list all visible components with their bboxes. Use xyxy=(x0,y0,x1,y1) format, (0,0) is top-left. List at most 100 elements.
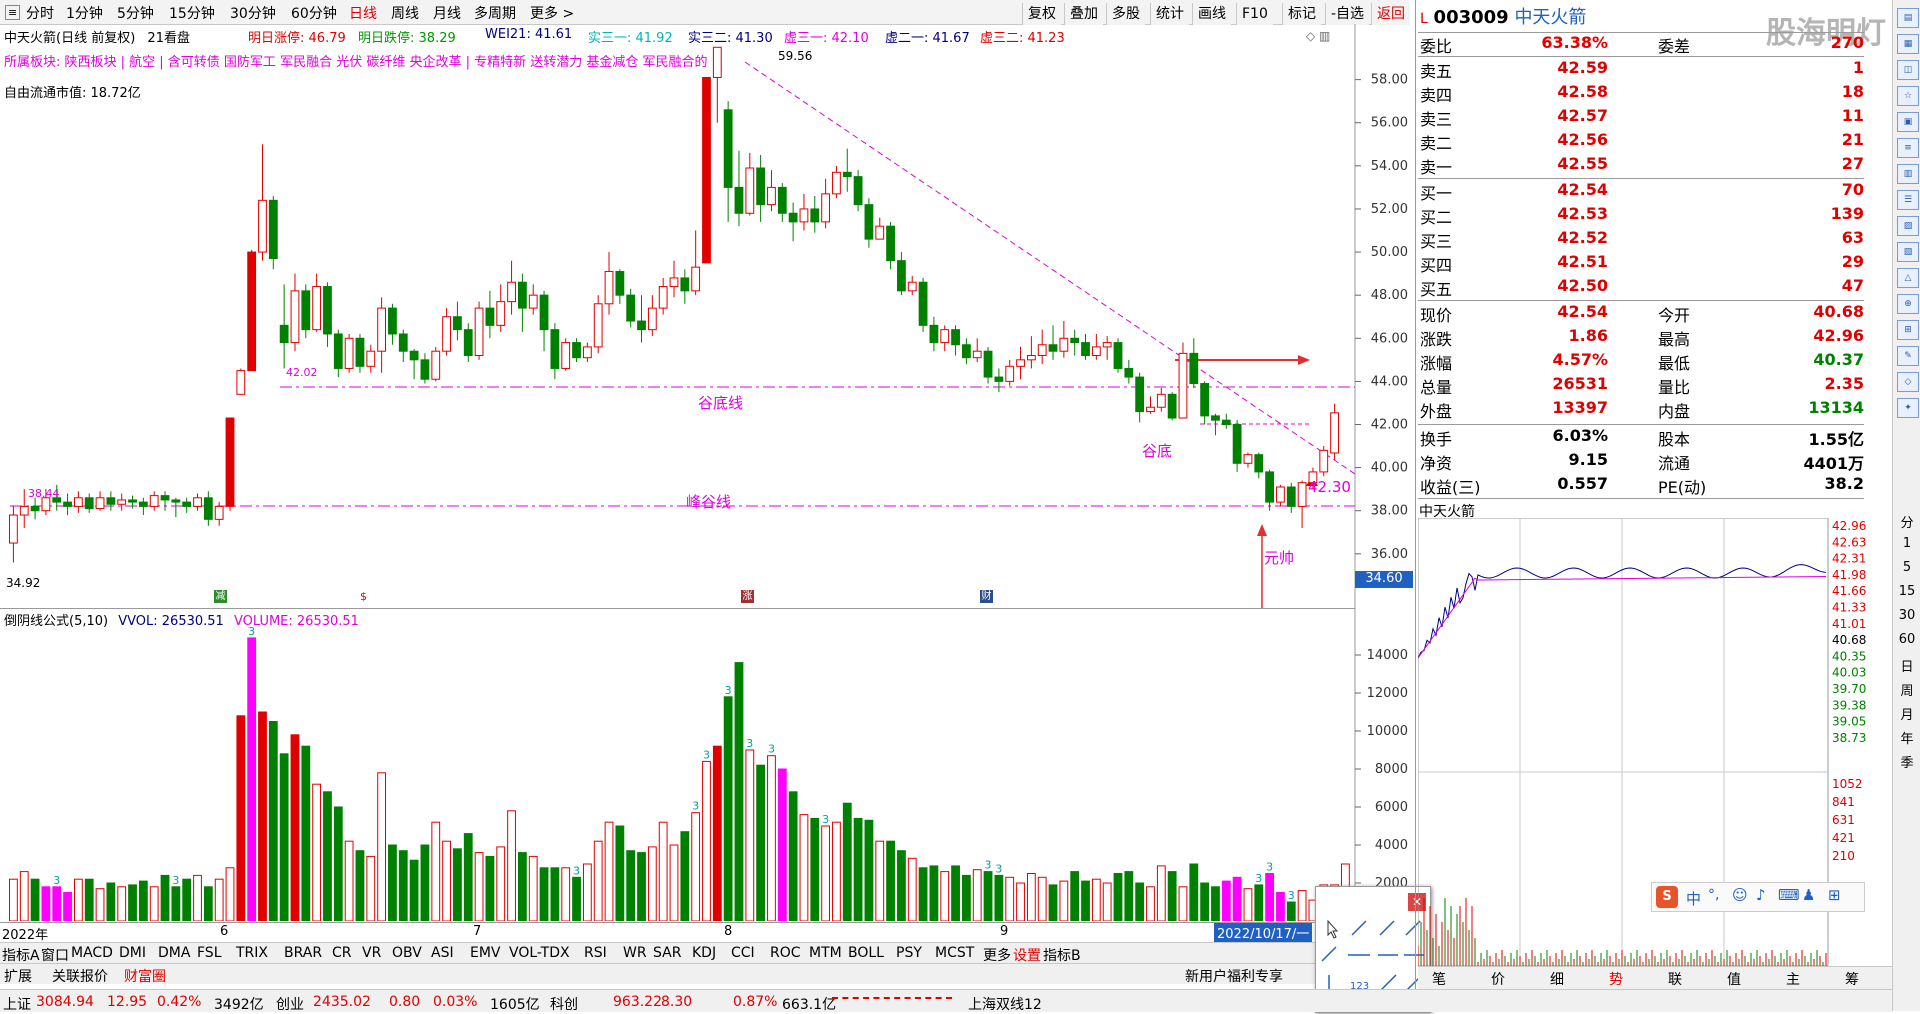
sidebar-tool-icon-9[interactable]: ▧ xyxy=(1897,242,1919,262)
buy-level-3[interactable]: 买三 42.52 63 xyxy=(1418,228,1864,252)
sell-level-1[interactable]: 卖一 42.55 27 xyxy=(1418,154,1864,178)
tab-expand[interactable]: 扩展 xyxy=(4,966,32,986)
event-marker-s[interactable]: $ xyxy=(357,590,370,603)
tab-period-1min[interactable]: 1分钟 xyxy=(66,3,103,23)
sidebar-period-9[interactable]: 年 xyxy=(1897,728,1917,747)
indicator-tab-17[interactable]: KDJ xyxy=(692,945,716,961)
indicator-tab-0[interactable]: 指标A xyxy=(2,945,40,965)
indicator-tab-13[interactable]: VOL-TDX xyxy=(509,945,570,961)
overlay-button[interactable]: 叠加 xyxy=(1064,3,1103,25)
sidebar-period-1[interactable]: 1 xyxy=(1897,536,1917,551)
watchlist-button[interactable]: -自选 xyxy=(1325,3,1370,25)
sidebar-tool-icon-4[interactable]: ▣ xyxy=(1897,112,1919,132)
indicator-tab-18[interactable]: CCI xyxy=(731,945,755,961)
sidebar-tool-icon-3[interactable]: ☆ xyxy=(1897,86,1919,106)
fuquan-button[interactable]: 复权 xyxy=(1022,3,1061,25)
candlestick-chart[interactable]: 58.00 56.00 54.00 52.00 50.00 48.00 46.00 44.00… xyxy=(0,24,1415,609)
sidebar-tool-icon-12[interactable]: ⊞ xyxy=(1897,320,1919,340)
event-marker-green[interactable]: 减 xyxy=(214,590,227,603)
toolbar-menu-icon[interactable]: ≡ xyxy=(5,5,21,20)
intraday-tab-4[interactable]: 联 xyxy=(1668,969,1682,989)
ime-logo-icon[interactable]: S xyxy=(1656,886,1678,908)
sell-level-4[interactable]: 卖四 42.58 18 xyxy=(1418,82,1864,106)
indicator-tab-2[interactable]: MACD xyxy=(71,945,113,961)
ime-mic-icon[interactable]: ♪ xyxy=(1756,886,1766,904)
intraday-tab-0[interactable]: 笔 xyxy=(1432,969,1446,989)
event-marker-blue[interactable]: 财 xyxy=(980,590,993,603)
sell-level-2[interactable]: 卖二 42.56 21 xyxy=(1418,130,1864,154)
sh-index-label[interactable]: 上证 xyxy=(3,994,31,1014)
buy-level-5[interactable]: 买五 42.50 47 xyxy=(1418,276,1864,300)
indicator-tab-23[interactable]: MCST xyxy=(935,945,974,961)
indicator-tab-12[interactable]: EMV xyxy=(470,945,501,961)
sell-level-5[interactable]: 卖五 42.59 1 xyxy=(1418,58,1864,82)
back-button[interactable]: 返回 xyxy=(1371,3,1410,25)
sidebar-tool-icon-2[interactable]: ◫ xyxy=(1897,60,1919,80)
sidebar-period-8[interactable]: 月 xyxy=(1897,704,1917,723)
tab-period-60min[interactable]: 60分钟 xyxy=(291,3,337,23)
draw-line-button[interactable]: 画线 xyxy=(1192,3,1231,25)
tab-period-more[interactable]: 更多 > xyxy=(530,3,574,23)
indicator-tab-25[interactable]: 设置 xyxy=(1013,945,1041,965)
sidebar-period-7[interactable]: 周 xyxy=(1897,680,1917,699)
indicator-tab-8[interactable]: CR xyxy=(332,945,352,961)
indicator-tab-19[interactable]: ROC xyxy=(770,945,801,961)
tab-period-month[interactable]: 月线 xyxy=(433,3,461,23)
sidebar-tool-icon-1[interactable]: ▦ xyxy=(1897,34,1919,54)
volume-chart[interactable]: 1400012000100008000600040002000 3 3333333… xyxy=(0,609,1415,921)
indicator-tab-6[interactable]: TRIX xyxy=(236,945,268,961)
intraday-tab-5[interactable]: 值 xyxy=(1727,969,1741,989)
sidebar-period-0[interactable]: 分 xyxy=(1897,512,1917,531)
ime-toolbar[interactable]: S 中 °, ☺ ♪ ⌨ ♟ ⊞ xyxy=(1651,882,1865,912)
promo-link[interactable]: 新用户福利专享 xyxy=(1185,966,1283,986)
ime-shirt-icon[interactable]: ♟ xyxy=(1802,886,1815,904)
sidebar-tool-icon-10[interactable]: △ xyxy=(1897,268,1919,288)
buy-level-1[interactable]: 买一 42.54 70 xyxy=(1418,180,1864,204)
sidebar-tool-icon-15[interactable]: ✦ xyxy=(1897,398,1919,418)
f10-button[interactable]: F10 xyxy=(1236,3,1273,25)
ime-lang[interactable]: 中 xyxy=(1686,888,1701,909)
indicator-tab-3[interactable]: DMI xyxy=(119,945,146,961)
indicator-tab-7[interactable]: BRAR xyxy=(284,945,322,961)
multi-stock-button[interactable]: 多股 xyxy=(1106,3,1145,25)
tab-period-week[interactable]: 周线 xyxy=(391,3,419,23)
server-line-label[interactable]: 上海双线12 xyxy=(968,994,1042,1014)
cy-index-label[interactable]: 创业 xyxy=(276,994,304,1014)
indicator-tab-16[interactable]: SAR xyxy=(653,945,681,961)
sidebar-tool-icon-5[interactable]: ≡ xyxy=(1897,138,1919,158)
indicator-tab-15[interactable]: WR xyxy=(623,945,647,961)
sidebar-tool-icon-7[interactable]: ☰ xyxy=(1897,190,1919,210)
sidebar-tool-icon-0[interactable]: ▤ xyxy=(1897,8,1919,28)
intraday-tab-1[interactable]: 价 xyxy=(1491,969,1505,989)
sidebar-period-6[interactable]: 日 xyxy=(1897,656,1917,675)
stats-button[interactable]: 统计 xyxy=(1150,3,1189,25)
tab-period-5min[interactable]: 5分钟 xyxy=(117,3,154,23)
tab-period-15min[interactable]: 15分钟 xyxy=(169,3,215,23)
ime-keyboard-icon[interactable]: ⌨ xyxy=(1778,886,1800,904)
indicator-tab-26[interactable]: 指标B xyxy=(1043,945,1081,965)
sidebar-period-5[interactable]: 60 xyxy=(1897,632,1917,647)
tab-period-multi[interactable]: 多周期 xyxy=(474,3,516,23)
sidebar-tool-icon-13[interactable]: ✎ xyxy=(1897,346,1919,366)
ime-punct-icon[interactable]: °, xyxy=(1708,887,1719,903)
buy-level-4[interactable]: 买四 42.51 29 xyxy=(1418,252,1864,276)
tab-period-30min[interactable]: 30分钟 xyxy=(230,3,276,23)
kc-index-label[interactable]: 科创 xyxy=(550,994,578,1014)
sidebar-tool-icon-14[interactable]: ◇ xyxy=(1897,372,1919,392)
sidebar-period-3[interactable]: 15 xyxy=(1897,584,1917,599)
sidebar-tool-icon-6[interactable]: ▥ xyxy=(1897,164,1919,184)
indicator-tab-10[interactable]: OBV xyxy=(392,945,422,961)
mark-button[interactable]: 标记 xyxy=(1282,3,1321,25)
intraday-tab-6[interactable]: 主 xyxy=(1786,969,1800,989)
tab-period-fenshi[interactable]: 分时 xyxy=(26,3,54,23)
sidebar-period-4[interactable]: 30 xyxy=(1897,608,1917,623)
intraday-tab-7[interactable]: 筹 xyxy=(1845,969,1859,989)
indicator-tab-4[interactable]: DMA xyxy=(158,945,190,961)
sidebar-tool-icon-11[interactable]: ⊕ xyxy=(1897,294,1919,314)
intraday-tab-3[interactable]: 势 xyxy=(1609,969,1623,989)
ime-grid-icon[interactable]: ⊞ xyxy=(1828,886,1841,904)
sidebar-period-10[interactable]: 季 xyxy=(1897,752,1917,771)
indicator-tab-14[interactable]: RSI xyxy=(584,945,607,961)
indicator-tab-9[interactable]: VR xyxy=(362,945,381,961)
event-marker-red[interactable]: 涨 xyxy=(741,590,754,603)
